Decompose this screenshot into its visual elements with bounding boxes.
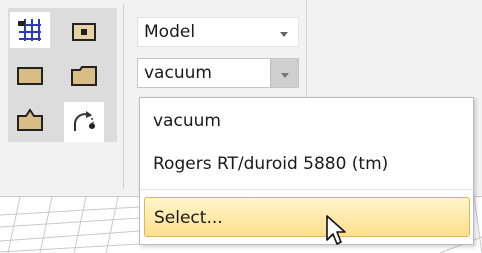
solid-box-icon (71, 21, 97, 43)
shape-tools-group (8, 8, 117, 142)
model-combobox[interactable]: Model (137, 17, 299, 47)
material-combobox[interactable]: vacuum (137, 58, 299, 88)
arrow-cursor-icon (325, 215, 347, 252)
group-separator-right (306, 0, 307, 100)
extrude-shape-icon (16, 107, 44, 133)
tool-grid-snap[interactable] (10, 12, 50, 48)
mouse-cursor (325, 214, 347, 252)
material-combobox-value: vacuum (144, 63, 212, 83)
material-dropdown-list: vacuum Rogers RT/duroid 5880 (tm) Select… (139, 97, 474, 245)
model-combobox-arrow[interactable] (270, 18, 298, 46)
group-separator (123, 4, 124, 189)
rectangle-icon (16, 65, 44, 87)
model-combobox-value: Model (144, 22, 196, 42)
dropdown-item-vacuum[interactable]: vacuum (140, 103, 473, 139)
tool-rectangle[interactable] (10, 58, 50, 94)
tool-solid-box[interactable] (64, 14, 104, 50)
folder-shape-icon (70, 64, 98, 88)
rotate-arc-icon (71, 109, 97, 135)
tool-folder-shape[interactable] (64, 58, 104, 94)
material-combobox-arrow[interactable] (270, 59, 298, 87)
dropdown-item-rogers[interactable]: Rogers RT/duroid 5880 (tm) (140, 146, 473, 182)
dropdown-separator (140, 189, 473, 190)
tool-extrude-shape[interactable] (10, 102, 50, 138)
grid-snap-icon (17, 17, 43, 43)
chevron-down-icon (279, 23, 289, 42)
tool-rotate-arc[interactable] (64, 102, 104, 142)
chevron-down-icon (280, 64, 290, 83)
dropdown-item-select[interactable]: Select... (144, 197, 470, 237)
